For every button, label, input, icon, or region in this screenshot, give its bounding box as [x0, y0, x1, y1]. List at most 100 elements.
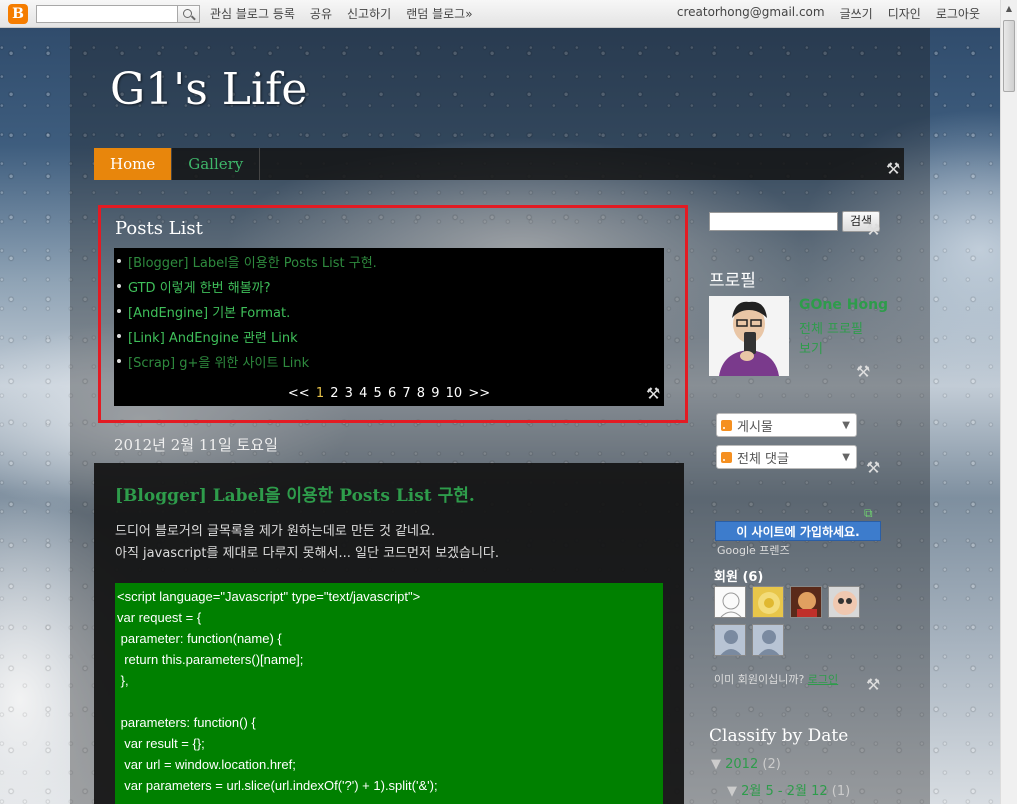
members-title: 회원 (6): [714, 570, 764, 585]
code-line: <script language="Javascript" type="text…: [117, 589, 421, 604]
member-avatar[interactable]: [790, 586, 822, 618]
pager-page-8[interactable]: 8: [417, 386, 425, 401]
posts-list-item[interactable]: [Scrap] g+을 위한 사이트 Link: [116, 352, 309, 371]
navbar-link-report[interactable]: 신고하기: [347, 5, 391, 22]
tab-home[interactable]: Home: [94, 148, 173, 180]
navbar-link-follow[interactable]: 관심 블로그 등록: [210, 5, 295, 22]
post-paragraph: 아직 javascript를 제대로 다루지 못해서... 일단 코드먼저 보겠…: [115, 546, 499, 561]
edit-wrench-icon[interactable]: ⚒: [646, 384, 660, 403]
post-paragraph: 드디어 블로거의 글목록을 제가 원하는데로 만든 것 같네요.: [115, 524, 436, 539]
profile-name[interactable]: GOne Hong: [799, 297, 888, 313]
tab-gallery[interactable]: Gallery: [172, 148, 261, 180]
member-avatar[interactable]: [752, 624, 784, 656]
navbar-link-logout[interactable]: 로그아웃: [936, 5, 980, 22]
pager-next[interactable]: >>: [468, 386, 490, 401]
archive-year-row: ▼ 2012 (2): [711, 757, 781, 772]
code-line: var request = {: [117, 610, 202, 625]
default-avatar-icon: [758, 630, 780, 655]
already-member-text: 이미 회원이십니까? 로그인: [714, 671, 838, 687]
rss-icon: [721, 451, 732, 463]
member-character-icon: [797, 592, 817, 617]
member-rose-icon: [758, 592, 780, 614]
edit-wrench-icon[interactable]: ⚒: [886, 159, 900, 178]
posts-list-item[interactable]: [Blogger] Label을 이용한 Posts List 구현.: [117, 252, 377, 271]
posts-list-pager: << 1 2 3 4 5 6 7 8 9 10 >>: [114, 386, 664, 401]
page-tabs: Home Gallery: [94, 148, 904, 180]
archive-year-link[interactable]: 2012: [725, 757, 758, 772]
member-baby-icon: [833, 591, 857, 615]
blog-post: [Blogger] Label을 이용한 Posts List 구현. 드디어 …: [94, 463, 684, 804]
pager-page-4[interactable]: 4: [359, 386, 367, 401]
blog-title[interactable]: G1's Life: [110, 64, 307, 115]
pager-page-7[interactable]: 7: [402, 386, 410, 401]
posts-list-item[interactable]: GTD 이렇게 한번 해볼까?: [117, 277, 271, 296]
google-friends-label: Google 프렌즈: [717, 544, 790, 557]
code-line: parameter: function(name) {: [117, 631, 282, 646]
pager-page-6[interactable]: 6: [388, 386, 396, 401]
archive-month-link[interactable]: 2월 5 - 2월 12: [741, 784, 828, 799]
pager-page-3[interactable]: 3: [345, 386, 353, 401]
navbar-email: creatorhong@gmail.com: [676, 5, 825, 19]
scroll-up-arrow-icon[interactable]: ▲: [1001, 0, 1017, 17]
archive-heading: Classify by Date: [709, 726, 849, 746]
posts-list-widget: Posts List [Blogger] Label을 이용한 Posts Li…: [98, 205, 688, 423]
profile-heading: 프로필: [709, 271, 756, 291]
member-sketch-icon: [720, 592, 742, 617]
edit-wrench-icon[interactable]: ⚒: [866, 220, 880, 239]
code-line: var result = {};: [117, 736, 205, 751]
pager-page-9[interactable]: 9: [431, 386, 439, 401]
pager-prev[interactable]: <<: [288, 386, 310, 401]
edit-wrench-icon[interactable]: ⚒: [866, 675, 880, 694]
blogger-navbar: B 관심 블로그 등록 공유 신고하기 랜덤 블로그» creatorhong@…: [0, 0, 1000, 28]
posts-list-box: [Blogger] Label을 이용한 Posts List 구현. GTD …: [114, 248, 664, 406]
feed-dropdown-comments[interactable]: 전체 댓글 ▼: [716, 445, 857, 469]
popout-icon[interactable]: ⧉: [864, 506, 873, 521]
pager-page-1[interactable]: 1: [316, 386, 324, 401]
sidebar-search-input[interactable]: [709, 212, 838, 231]
join-site-button[interactable]: 이 사이트에 가입하세요.: [715, 521, 881, 541]
code-line: },: [117, 673, 129, 688]
navbar-search-input[interactable]: [36, 4, 178, 23]
archive-month-row: ▼ 2월 5 - 2월 12 (1): [727, 780, 850, 799]
already-member-label: 이미 회원이십니까?: [714, 673, 805, 686]
member-avatar[interactable]: [714, 586, 746, 618]
profile-full-link[interactable]: 전체 프로필 보기: [799, 320, 879, 360]
login-link[interactable]: 로그인: [808, 673, 838, 686]
pager-page-2[interactable]: 2: [330, 386, 338, 401]
expand-triangle-icon[interactable]: ▼: [711, 757, 721, 772]
navbar-link-design[interactable]: 디자인: [888, 5, 921, 22]
navbar-account: creatorhong@gmail.com 글쓰기 디자인 로그아웃: [662, 5, 980, 22]
expand-triangle-icon[interactable]: ▼: [727, 784, 737, 799]
navbar-link-new-post[interactable]: 글쓰기: [840, 5, 873, 22]
page-scrollbar[interactable]: ▲: [1000, 0, 1017, 804]
chevron-down-icon: ▼: [842, 419, 850, 431]
member-avatar[interactable]: [752, 586, 784, 618]
post-date-header: 2012년 2월 11일 토요일: [114, 436, 278, 454]
navbar-link-share[interactable]: 공유: [310, 5, 332, 22]
archive-year-count: (2): [762, 757, 781, 772]
posts-list-title: Posts List: [115, 218, 203, 239]
edit-wrench-icon[interactable]: ⚒: [856, 362, 870, 381]
member-avatar[interactable]: [714, 624, 746, 656]
posts-list-item[interactable]: [AndEngine] 기본 Format.: [116, 302, 290, 321]
navbar-link-random-blog[interactable]: 랜덤 블로그»: [406, 5, 472, 22]
feed-dropdown-posts[interactable]: 게시물 ▼: [716, 413, 857, 437]
feed-label: 전체 댓글: [737, 451, 789, 467]
code-line: var url = window.location.href;: [117, 757, 296, 772]
pager-page-10[interactable]: 10: [446, 386, 463, 401]
profile-photo-icon: [709, 296, 789, 376]
code-block: <script language="Javascript" type="text…: [115, 583, 663, 804]
archive-month-count: (1): [831, 784, 851, 799]
blogger-logo-icon[interactable]: B: [8, 3, 28, 24]
edit-wrench-icon[interactable]: ⚒: [866, 458, 880, 477]
posts-list-item[interactable]: [Link] AndEngine 관련 Link: [117, 327, 298, 346]
profile-avatar[interactable]: [709, 296, 789, 376]
post-body: 드디어 블로거의 글목록을 제가 원하는데로 만든 것 같네요. 아직 java…: [115, 521, 499, 565]
search-icon[interactable]: [178, 4, 200, 23]
post-title[interactable]: [Blogger] Label을 이용한 Posts List 구현.: [115, 481, 475, 506]
pager-page-5[interactable]: 5: [374, 386, 382, 401]
scroll-thumb[interactable]: [1003, 20, 1015, 92]
code-line: var parameters = url.slice(url.indexOf('…: [117, 778, 438, 793]
rss-icon: [721, 419, 732, 431]
member-avatar[interactable]: [828, 586, 860, 618]
